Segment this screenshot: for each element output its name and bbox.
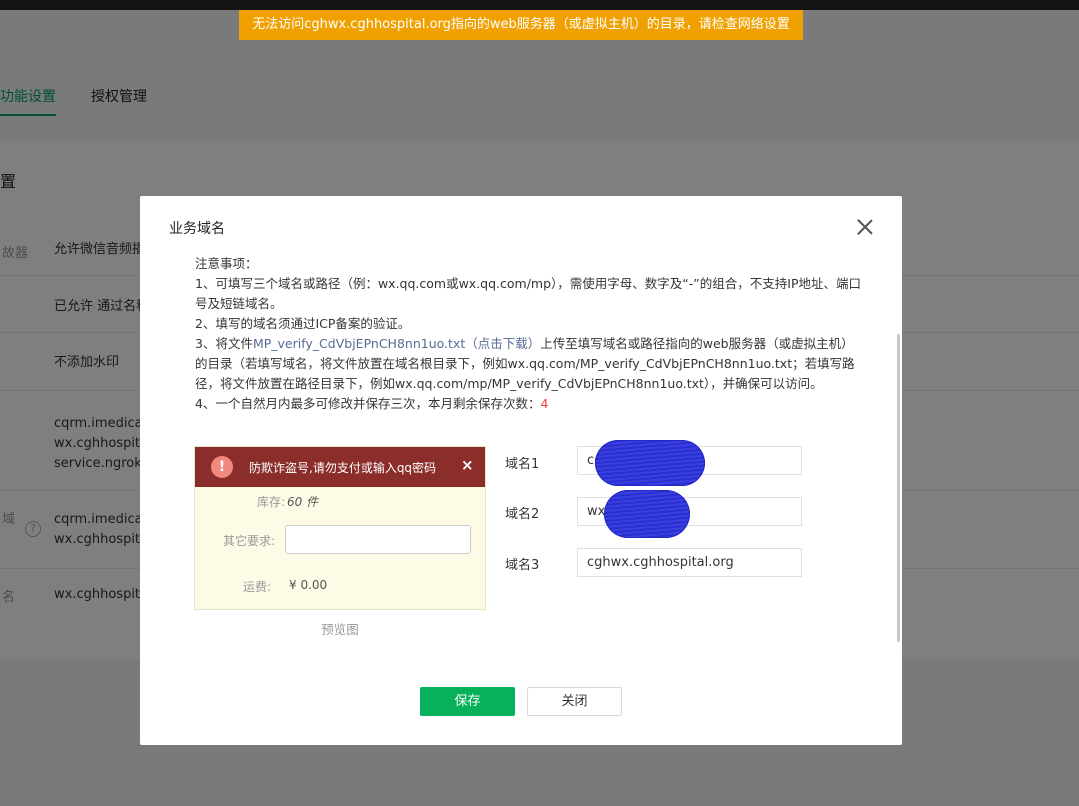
note-item-3-prefix: 3、将文件 <box>195 336 253 351</box>
domain-3-label: 域名3 <box>505 558 540 573</box>
domain-1-label: 域名1 <box>505 457 540 472</box>
notes-heading: 注意事项： <box>195 256 258 271</box>
business-domain-dialog: 业务域名 注意事项： 1、可填写三个域名或路径（例：wx.qq.com或wx.q… <box>140 196 902 745</box>
preview-image: ! 防欺诈盗号,请勿支付或输入qq密码 × 库存: 60 件 其它要求: 运费:… <box>194 446 486 610</box>
exclamation-icon: ! <box>211 456 233 478</box>
verify-file-download-link[interactable]: MP_verify_CdVbjEPnCH8nn1uo.txt（点击下载） <box>253 336 540 351</box>
save-button[interactable]: 保存 <box>420 687 515 716</box>
shipping-value: ¥ 0.00 <box>289 578 328 592</box>
close-icon[interactable] <box>856 218 874 236</box>
redaction-scribble <box>595 440 705 486</box>
note-item-4-prefix: 4、一个自然月内最多可修改并保存三次，本月剩余保存次数： <box>195 396 541 411</box>
preview-caption: 预览图 <box>321 622 359 637</box>
shipping-label: 运费: <box>242 580 271 594</box>
fraud-alert-text: 防欺诈盗号,请勿支付或输入qq密码 <box>249 461 437 475</box>
fraud-alert-bar: ! 防欺诈盗号,请勿支付或输入qq密码 × <box>195 447 485 487</box>
note-item-3: 3、将文件MP_verify_CdVbjEPnCH8nn1uo.txt（点击下载… <box>195 334 865 394</box>
note-item-1: 1、可填写三个域名或路径（例：wx.qq.com或wx.qq.com/mp），需… <box>195 276 861 311</box>
domain-2-label: 域名2 <box>505 507 540 522</box>
dialog-scrollbar[interactable] <box>897 334 900 642</box>
other-requirements-label: 其它要求: <box>222 534 275 548</box>
dialog-title: 业务域名 <box>169 221 225 237</box>
other-requirements-input <box>285 525 471 554</box>
close-button[interactable]: 关闭 <box>527 687 622 716</box>
stock-value: 60 件 <box>287 495 319 509</box>
redaction-scribble <box>604 490 690 538</box>
domain-3-input[interactable]: cghwx.cghhospital.org <box>577 548 802 577</box>
network-warning-banner: 无法访问cghwx.cghhospital.org指向的web服务器（或虚拟主机… <box>239 10 803 40</box>
notes-section: 注意事项： 1、可填写三个域名或路径（例：wx.qq.com或wx.qq.com… <box>195 254 865 414</box>
alert-close-icon: × <box>461 456 474 474</box>
note-item-2: 2、填写的域名须通过ICP备案的验证。 <box>195 316 411 331</box>
remaining-save-count: 4 <box>540 396 549 411</box>
note-item-4: 4、一个自然月内最多可修改并保存三次，本月剩余保存次数：4 <box>195 394 865 414</box>
stock-label: 库存: <box>256 495 285 509</box>
